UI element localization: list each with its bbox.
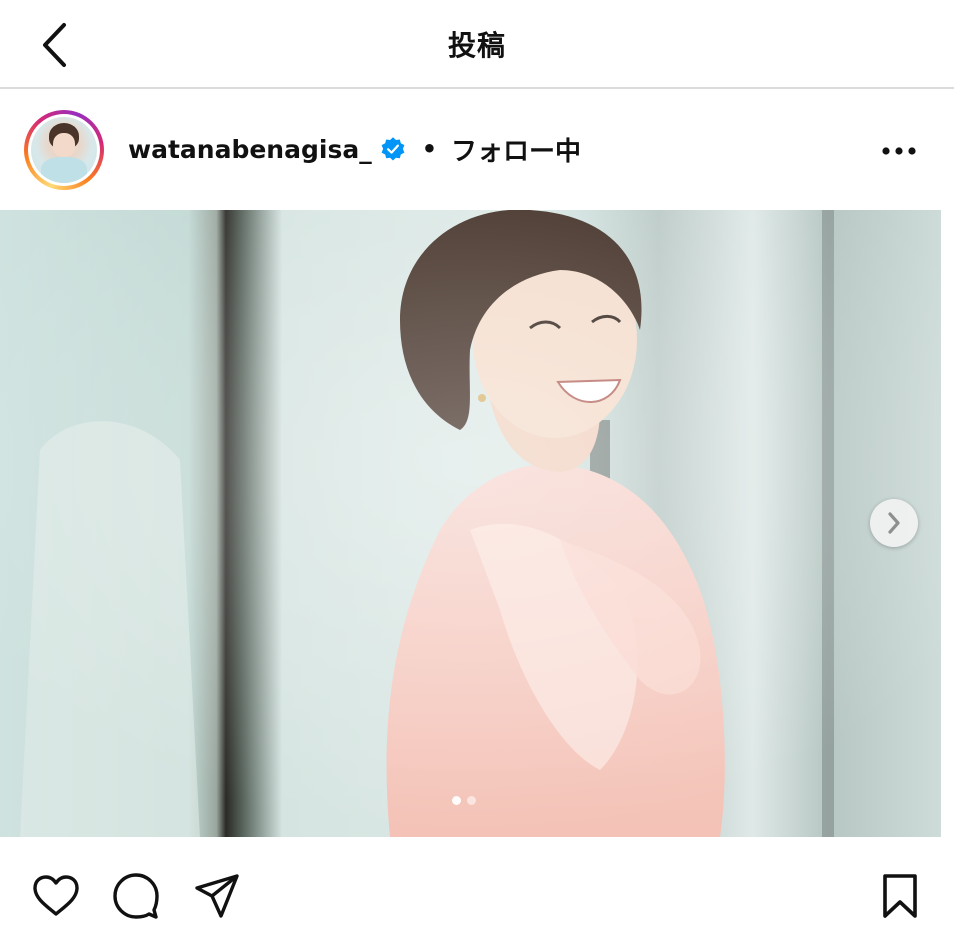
avatar-image	[31, 117, 97, 183]
heart-icon	[33, 875, 79, 916]
post-header: watanabenagisa_ • フォロー中	[0, 91, 954, 209]
avatar-frame	[28, 114, 100, 186]
next-photo-button[interactable]	[870, 499, 918, 547]
carousel-indicator	[452, 796, 476, 805]
paper-plane-icon	[195, 874, 239, 918]
username-link[interactable]: watanabenagisa_	[128, 135, 372, 164]
post-photo[interactable]	[0, 210, 941, 837]
comment-icon	[113, 873, 159, 919]
comment-button[interactable]	[109, 869, 163, 923]
photo-edge	[941, 210, 954, 837]
avatar-face-shape	[53, 133, 75, 157]
more-options-button[interactable]	[876, 131, 922, 171]
like-button[interactable]	[29, 869, 83, 923]
verified-badge-icon	[381, 137, 405, 161]
carousel-dot	[467, 796, 476, 805]
avatar-body-shape	[41, 157, 87, 183]
avatar[interactable]	[24, 110, 104, 190]
carousel-dot-active	[452, 796, 461, 805]
more-horizontal-icon	[882, 147, 916, 155]
separator-dot: •	[421, 135, 438, 163]
save-button[interactable]	[873, 869, 927, 923]
action-bar	[0, 837, 954, 939]
user-row: watanabenagisa_ • フォロー中	[128, 131, 581, 167]
photo-illustration	[0, 210, 941, 837]
share-button[interactable]	[190, 869, 244, 923]
following-button[interactable]: フォロー中	[451, 131, 581, 168]
bookmark-icon	[883, 874, 917, 918]
chevron-right-icon	[888, 512, 900, 534]
page-title: 投稿	[447, 29, 506, 62]
post-view: 投稿 watanabenagisa_ • フォロー中	[0, 0, 954, 939]
top-bar: 投稿	[0, 0, 954, 89]
